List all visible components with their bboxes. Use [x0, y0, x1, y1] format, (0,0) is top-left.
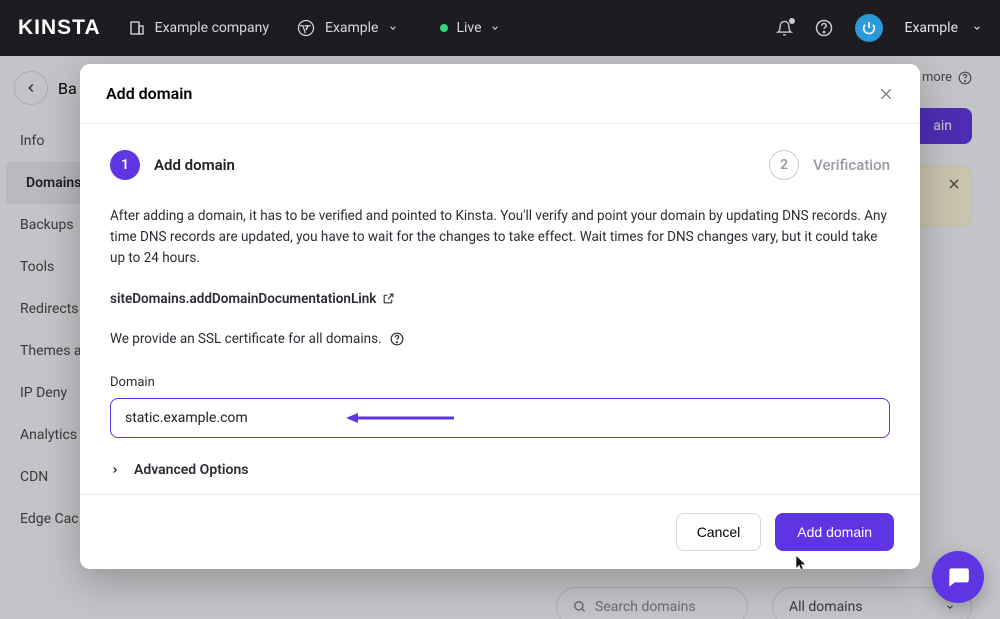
ssl-note: We provide an SSL certificate for all do… — [110, 331, 890, 347]
company-selector[interactable]: Example company — [129, 20, 269, 36]
chat-fab[interactable] — [932, 551, 984, 603]
advanced-options-label: Advanced Options — [134, 462, 248, 478]
modal-header: Add domain — [80, 64, 920, 124]
notifications-button[interactable] — [776, 20, 793, 37]
advanced-options-toggle[interactable]: Advanced Options — [110, 462, 890, 478]
building-icon — [129, 20, 145, 36]
environment-selector[interactable]: Live — [440, 20, 499, 36]
domain-input[interactable] — [110, 398, 890, 438]
status-dot-icon — [440, 24, 448, 32]
step-2-number: 2 — [769, 150, 799, 180]
external-link-icon — [382, 292, 395, 305]
stepper: 1 Add domain 2 Verification — [80, 124, 920, 188]
add-domain-modal: Add domain 1 Add domain 2 Verification A… — [80, 64, 920, 569]
modal-description: After adding a domain, it has to be veri… — [110, 206, 890, 269]
chevron-down-icon — [490, 23, 500, 33]
chat-icon — [945, 564, 971, 590]
step-1-label: Add domain — [154, 156, 235, 174]
cancel-button[interactable]: Cancel — [676, 513, 762, 551]
environment-label: Live — [456, 20, 481, 36]
ssl-note-text: We provide an SSL certificate for all do… — [110, 331, 382, 347]
chevron-down-icon — [388, 23, 398, 33]
user-label: Example — [905, 20, 958, 36]
add-domain-button[interactable]: Add domain — [775, 513, 894, 551]
info-icon[interactable] — [390, 332, 404, 346]
user-selector[interactable]: Example — [905, 20, 982, 36]
logo: KINSTA — [18, 16, 101, 40]
step-1-number: 1 — [110, 150, 140, 180]
logo-text: KINSTA — [18, 16, 101, 40]
wordpress-icon — [297, 19, 315, 37]
chevron-down-icon — [972, 23, 982, 33]
cursor-pointer-icon — [794, 553, 808, 569]
step-2-label: Verification — [813, 156, 890, 174]
site-selector[interactable]: Example — [297, 19, 398, 37]
site-label: Example — [325, 20, 378, 36]
modal-body: After adding a domain, it has to be veri… — [80, 188, 920, 494]
top-bar: KINSTA Example company Example Live — [0, 0, 1000, 56]
company-label: Example company — [155, 20, 269, 36]
documentation-link[interactable]: siteDomains.addDomainDocumentationLink — [110, 291, 890, 307]
modal-title: Add domain — [106, 84, 192, 103]
modal-close-button[interactable] — [878, 86, 894, 102]
notification-dot-icon — [789, 18, 795, 24]
domain-input-wrap — [110, 398, 890, 438]
help-button[interactable] — [815, 19, 833, 37]
step-1: 1 Add domain — [110, 150, 235, 180]
doc-link-label: siteDomains.addDomainDocumentationLink — [110, 291, 376, 307]
dev-mode-button[interactable] — [855, 14, 883, 42]
step-2: 2 Verification — [769, 150, 890, 180]
domain-field-label: Domain — [110, 375, 890, 390]
modal-footer: Cancel Add domain — [80, 494, 920, 569]
chevron-right-icon — [110, 465, 120, 475]
